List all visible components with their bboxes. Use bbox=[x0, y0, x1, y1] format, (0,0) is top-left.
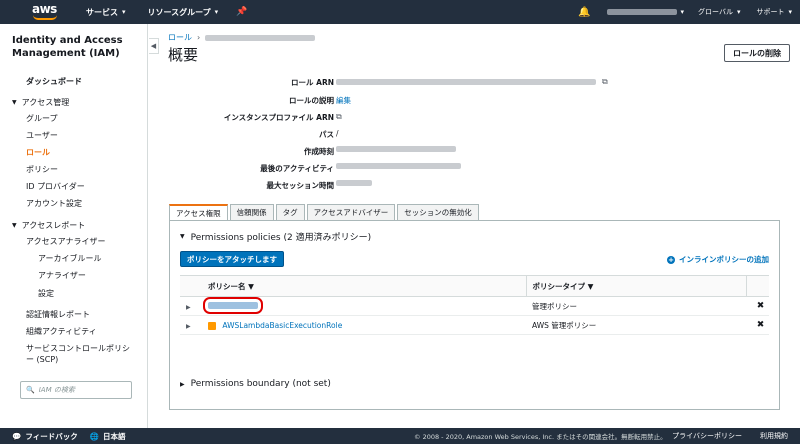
tab-permissions[interactable]: アクセス権限 bbox=[169, 204, 228, 220]
edit-description-link[interactable]: 編集 bbox=[336, 95, 351, 106]
sidebar-section-access-mgmt[interactable]: ▼ アクセス管理 bbox=[12, 97, 69, 108]
permissions-boundary-header[interactable]: ▶ Permissions boundary (not set) bbox=[180, 379, 331, 389]
top-navigation-bar: aws サービス ▾ リソースグループ ▾ 📌 🔔 ▾ グローバル ▾ サポート… bbox=[0, 0, 800, 24]
sidebar-item-users[interactable]: ユーザー bbox=[26, 130, 58, 141]
table-row: ▶ AWSLambdaBasicExecutionRole AWS 管理ポリシー… bbox=[180, 315, 769, 335]
sidebar-item-scp[interactable]: サービスコントロールポリシー (SCP) bbox=[26, 343, 136, 365]
tab-trust-relationships[interactable]: 信頼関係 bbox=[229, 204, 274, 220]
sidebar-collapse-button[interactable]: ◀ bbox=[149, 38, 159, 54]
column-header-policy-name[interactable]: ポリシー名 ▼ bbox=[202, 275, 526, 297]
sidebar-item-account-settings[interactable]: アカウント設定 bbox=[26, 198, 82, 209]
chevron-right-icon: › bbox=[197, 33, 201, 42]
triangle-down-icon: ▼ bbox=[12, 99, 17, 106]
max-session-value bbox=[336, 180, 372, 186]
policy-name-link[interactable]: AWSLambdaBasicExecutionRole bbox=[222, 321, 342, 330]
expand-row-icon[interactable]: ▶ bbox=[186, 304, 191, 311]
table-row: ▶ 管理ポリシー ✖ bbox=[180, 296, 769, 316]
sidebar-title[interactable]: Identity and Access Management (IAM) bbox=[12, 34, 142, 60]
support-menu[interactable]: サポート ▾ bbox=[756, 7, 792, 17]
detach-policy-icon[interactable]: ✖ bbox=[746, 296, 769, 316]
detach-policy-icon[interactable]: ✖ bbox=[746, 315, 769, 335]
sidebar-item-id-providers[interactable]: ID プロバイダー bbox=[26, 181, 85, 192]
region-menu[interactable]: グローバル ▾ bbox=[698, 7, 740, 17]
sidebar-item-policies[interactable]: ポリシー bbox=[26, 164, 58, 175]
copy-icon[interactable]: ⧉ bbox=[602, 77, 608, 87]
field-instance-profile: インスタンスプロファイル ARN ⧉ bbox=[223, 112, 342, 122]
chat-bubble-icon: 💬 bbox=[12, 431, 22, 441]
plus-circle-icon: + bbox=[667, 255, 675, 264]
search-icon: 🔍 bbox=[26, 386, 35, 394]
permissions-policies-header[interactable]: ▼ Permissions policies (2 適用済みポリシー) bbox=[180, 230, 371, 243]
field-max-session: 最大セッション時間 bbox=[160, 180, 800, 192]
expand-row-icon[interactable]: ▶ bbox=[186, 323, 191, 330]
field-role-description: ロールの説明 編集 bbox=[289, 95, 351, 106]
permissions-panel: ▼ Permissions policies (2 適用済みポリシー) ポリシー… bbox=[169, 220, 780, 410]
field-role-arn: ロール ARN ⧉ bbox=[291, 77, 608, 87]
policies-table: ポリシー名 ▼ ポリシータイプ ▼ ▶ 管理ポリシー ✖ ▶ AWSLambda… bbox=[180, 275, 769, 335]
triangle-down-icon: ▼ bbox=[12, 222, 17, 229]
breadcrumb-role-name bbox=[205, 34, 316, 41]
last-activity-value bbox=[336, 163, 461, 169]
sidebar-item-analyzer-settings[interactable]: 設定 bbox=[38, 288, 54, 299]
sort-down-icon: ▼ bbox=[248, 281, 254, 291]
sidebar-item-analyzers[interactable]: アナライザー bbox=[38, 270, 86, 281]
role-arn-value bbox=[336, 79, 596, 85]
sidebar-section-access-reports[interactable]: ▼ アクセスレポート bbox=[12, 220, 85, 231]
globe-icon: 🌐 bbox=[89, 431, 100, 441]
attach-policy-button[interactable]: ポリシーをアタッチします bbox=[180, 251, 284, 267]
chevron-down-icon: ▾ bbox=[788, 8, 792, 16]
chevron-down-icon: ▾ bbox=[736, 8, 741, 16]
field-created: 作成時刻 bbox=[160, 146, 800, 158]
privacy-policy-link[interactable]: プライバシーポリシー bbox=[672, 431, 742, 441]
pin-icon[interactable]: 📌 bbox=[236, 7, 247, 17]
resource-groups-menu[interactable]: リソースグループ ▾ bbox=[148, 7, 219, 18]
iam-search-input[interactable]: 🔍 IAM の検索 bbox=[20, 381, 132, 399]
sort-down-icon: ▼ bbox=[587, 281, 594, 291]
aws-managed-policy-icon bbox=[208, 321, 216, 330]
sidebar-item-org-activity[interactable]: 組織アクティビティ bbox=[26, 326, 97, 337]
tab-bar: アクセス権限 信頼関係 タグ アクセスアドバイザー セッションの無効化 bbox=[169, 204, 479, 220]
column-header-policy-type[interactable]: ポリシータイプ ▼ bbox=[525, 275, 746, 297]
sidebar-item-credential-report[interactable]: 認証情報レポート bbox=[26, 309, 90, 320]
sidebar-item-access-analyzer[interactable]: アクセスアナライザー bbox=[26, 236, 105, 247]
policy-name-link-highlighted[interactable] bbox=[203, 296, 263, 314]
services-menu[interactable]: サービス ▾ bbox=[86, 7, 126, 18]
footer: 💬 フィードバック 🌐 日本語 © 2008 - 2020, Amazon We… bbox=[0, 428, 800, 444]
delete-role-button[interactable]: ロールの削除 bbox=[724, 44, 790, 62]
account-menu[interactable] bbox=[606, 9, 677, 15]
sidebar-item-roles[interactable]: ロール bbox=[26, 147, 50, 158]
breadcrumb-roles-link[interactable]: ロール bbox=[168, 32, 192, 43]
copyright-text: © 2008 - 2020, Amazon Web Services, Inc.… bbox=[414, 433, 667, 441]
sidebar-item-archive-rules[interactable]: アーカイブルール bbox=[38, 253, 102, 264]
chevron-left-icon: ◀ bbox=[150, 42, 157, 50]
main-content: ロール › 概要 ロールの削除 ロール ARN ⧉ ロールの説明 編集 インスタ… bbox=[160, 24, 800, 428]
language-selector[interactable]: 🌐 日本語 bbox=[90, 431, 126, 442]
chevron-down-icon: ▾ bbox=[122, 8, 126, 16]
triangle-right-icon: ▶ bbox=[180, 380, 185, 388]
breadcrumb: ロール › bbox=[168, 32, 316, 43]
tab-revoke-sessions[interactable]: セッションの無効化 bbox=[397, 204, 479, 220]
copy-icon[interactable]: ⧉ bbox=[336, 112, 342, 122]
chevron-down-icon: ▾ bbox=[214, 8, 219, 16]
field-path: パス / bbox=[319, 129, 339, 139]
bell-icon[interactable]: 🔔 bbox=[578, 7, 590, 18]
feedback-link[interactable]: 💬 フィードバック bbox=[12, 431, 78, 442]
terms-link[interactable]: 利用規約 bbox=[760, 431, 788, 441]
aws-smile-icon bbox=[33, 15, 57, 20]
triangle-down-icon: ▼ bbox=[180, 233, 185, 240]
created-value bbox=[336, 146, 456, 152]
sidebar-item-dashboard[interactable]: ダッシュボード bbox=[26, 76, 82, 87]
field-last-activity: 最後のアクティビティ bbox=[160, 163, 800, 175]
add-inline-policy-link[interactable]: + インラインポリシーの追加 bbox=[667, 254, 769, 265]
tab-tags[interactable]: タグ bbox=[275, 204, 305, 220]
aws-logo[interactable]: aws bbox=[30, 1, 64, 23]
chevron-down-icon: ▾ bbox=[680, 8, 685, 16]
page-title: 概要 bbox=[168, 46, 199, 64]
tab-access-advisor[interactable]: アクセスアドバイザー bbox=[306, 204, 396, 220]
sidebar-item-groups[interactable]: グループ bbox=[26, 113, 58, 124]
sidebar: Identity and Access Management (IAM) ダッシ… bbox=[0, 24, 148, 428]
